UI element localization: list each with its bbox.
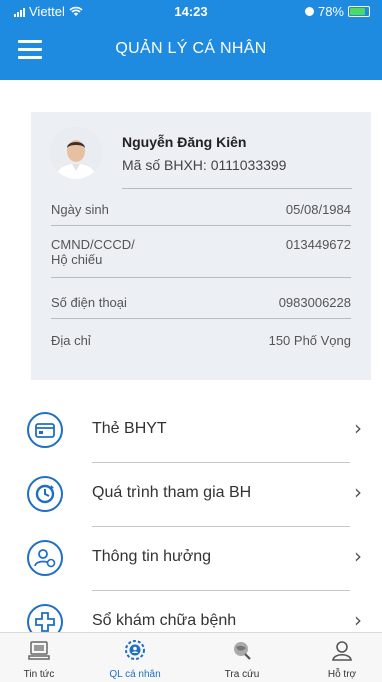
- battery-percent: 78%: [317, 4, 344, 19]
- battery: 78%: [304, 4, 370, 19]
- info-label-line2: Hộ chiếu: [51, 252, 103, 267]
- info-label: Ngày sinh: [51, 202, 109, 217]
- personal-settings-icon: [125, 640, 145, 660]
- bottom-tab-bar: Tin tức QL cá nhân Tra cứu Hỗ trợ: [0, 632, 382, 682]
- page-title: QUẢN LÝ CÁ NHÂN: [115, 40, 267, 57]
- info-value: 0983006228: [278, 295, 351, 310]
- history-icon: [27, 476, 63, 512]
- info-value: 013449672: [285, 237, 351, 252]
- status-bar: Viettel 14:23 78%: [0, 0, 382, 24]
- info-label: Số điện thoại: [51, 295, 127, 310]
- avatar: [50, 127, 102, 179]
- chevron-right-icon: ›: [354, 608, 362, 632]
- menu-label: Quá trình tham gia BH: [92, 484, 252, 501]
- divider: [92, 526, 350, 527]
- app-header: Viettel 14:23 78% QUẢN LÝ CÁ NHÂN: [0, 0, 382, 80]
- info-value: 05/08/1984: [285, 202, 351, 217]
- divider: [51, 318, 351, 319]
- tab-label: Tin tức: [23, 669, 55, 680]
- menu-label: Thông tin hưởng: [92, 548, 212, 565]
- tab-label: Tra cứu: [224, 669, 260, 680]
- info-row-phone: Số điện thoại 0983006228: [51, 295, 351, 310]
- info-label: CMND/CCCD/: [51, 237, 135, 252]
- divider: [92, 590, 350, 591]
- info-row-dob: Ngày sinh 05/08/1984: [51, 202, 351, 217]
- tab-support[interactable]: Hỗ trợ: [304, 633, 380, 682]
- info-label: Địa chỉ: [51, 333, 91, 348]
- menu-label: Sổ khám chữa bệnh: [92, 612, 237, 629]
- tab-news[interactable]: Tin tức: [1, 633, 77, 682]
- menu-item-insurance-history[interactable]: Quá trình tham gia BH ›: [0, 464, 382, 528]
- tab-lookup[interactable]: Tra cứu: [204, 633, 280, 682]
- support-user-icon: [332, 641, 352, 661]
- chevron-right-icon: ›: [354, 416, 362, 440]
- info-value: 150 Phố Vọng: [268, 333, 351, 348]
- menu-item-benefit-info[interactable]: Thông tin hưởng ›: [0, 528, 382, 592]
- divider: [92, 462, 350, 463]
- chevron-right-icon: ›: [354, 544, 362, 568]
- info-row-address: Địa chỉ 150 Phố Vọng: [51, 333, 351, 348]
- health-card-icon: [27, 412, 63, 448]
- lookup-globe-icon: [234, 642, 251, 660]
- tab-label: Hỗ trợ: [327, 669, 357, 680]
- divider: [51, 277, 351, 278]
- benefit-user-icon: [27, 540, 63, 576]
- tab-personal[interactable]: QL cá nhân: [97, 633, 173, 682]
- divider: [122, 188, 352, 189]
- alarm-icon: [304, 7, 314, 16]
- divider: [51, 225, 351, 226]
- info-row-id: CMND/CCCD/ Hộ chiếu 013449672: [51, 237, 351, 267]
- bhxh-code: Mã số BHXH: 0111033399: [122, 157, 287, 173]
- profile-card: Nguyễn Đăng Kiên Mã số BHXH: 0111033399 …: [31, 112, 371, 380]
- menu-item-health-card[interactable]: Thẻ BHYT ›: [0, 400, 382, 464]
- battery-icon: [348, 6, 370, 17]
- news-icon: [28, 641, 50, 660]
- tab-label: QL cá nhân: [109, 669, 161, 680]
- menu-label: Thẻ BHYT: [92, 420, 167, 437]
- user-name: Nguyễn Đăng Kiên: [122, 134, 247, 150]
- chevron-right-icon: ›: [354, 480, 362, 504]
